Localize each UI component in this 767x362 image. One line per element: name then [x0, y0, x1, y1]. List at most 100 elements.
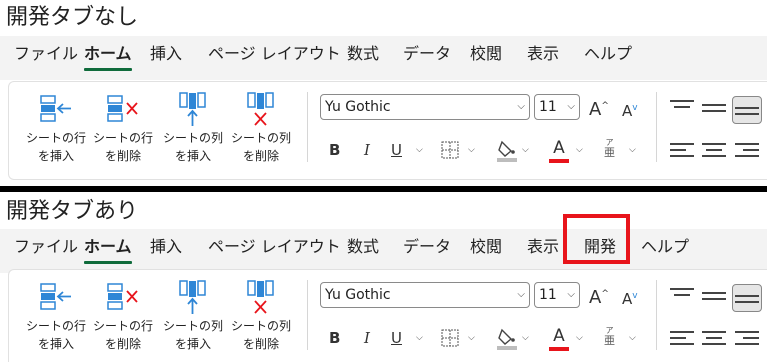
- insert-column-icon: [179, 92, 206, 126]
- align-middle-icon[interactable]: [702, 104, 726, 116]
- tab-home[interactable]: ホーム: [84, 42, 132, 71]
- increase-font-size-icon[interactable]: A^: [589, 284, 609, 308]
- command-label: を削除: [104, 149, 141, 163]
- tab-help[interactable]: ヘルプ: [641, 235, 689, 259]
- font-name-dropdown[interactable]: Yu Gothic ⌵: [320, 94, 530, 120]
- tab-page-layout[interactable]: ページ レイアウト: [208, 42, 341, 66]
- tab-home-label: ホーム: [84, 44, 132, 63]
- borders-dropdown-icon[interactable]: ⌵: [468, 333, 475, 343]
- italic-button[interactable]: I: [364, 140, 370, 160]
- align-bottom-icon: [735, 295, 759, 307]
- tab-formulas[interactable]: 数式: [347, 42, 379, 66]
- align-center-icon[interactable]: [702, 143, 726, 161]
- bold-button[interactable]: B: [329, 328, 340, 348]
- chevron-down-icon: ⌵: [517, 101, 525, 112]
- insert-row-icon: [40, 283, 71, 310]
- font-color-button[interactable]: A: [549, 138, 569, 163]
- developer-tab-highlight: [563, 214, 630, 264]
- insert-sheet-rows-button[interactable]: シートの行 を挿入: [23, 278, 89, 353]
- underline-button[interactable]: U: [391, 140, 402, 160]
- command-label: を削除: [242, 337, 279, 351]
- underline-button[interactable]: U: [391, 328, 402, 348]
- command-label: を挿入: [174, 337, 211, 351]
- italic-button[interactable]: I: [364, 328, 370, 348]
- bold-button[interactable]: B: [329, 140, 340, 160]
- underline-dropdown-icon[interactable]: ⌵: [416, 333, 423, 343]
- delete-row-icon: [107, 283, 138, 310]
- align-right-icon[interactable]: [735, 143, 759, 161]
- align-top-icon[interactable]: [670, 288, 694, 300]
- command-label: を削除: [104, 337, 141, 351]
- font-name-value: Yu Gothic: [325, 287, 391, 303]
- font-name-value: Yu Gothic: [325, 99, 391, 115]
- increase-font-size-icon[interactable]: A^: [589, 96, 609, 120]
- tab-review[interactable]: 校閲: [470, 42, 502, 66]
- decrease-font-size-icon[interactable]: Av: [622, 286, 638, 309]
- fill-color-icon[interactable]: [496, 139, 518, 163]
- tab-home[interactable]: ホーム: [84, 235, 132, 264]
- delete-sheet-columns-button[interactable]: シートの列 を削除: [228, 278, 294, 353]
- tab-view[interactable]: 表示: [527, 235, 559, 259]
- align-left-icon[interactable]: [670, 331, 694, 349]
- font-size-dropdown[interactable]: 11 ⌵: [534, 94, 580, 120]
- tab-data[interactable]: データ: [403, 235, 451, 259]
- tab-formulas[interactable]: 数式: [347, 235, 379, 259]
- ribbon-body: シートの行 を挿入 シートの行 を削除 シートの列 を挿入 シートの列 を削除 …: [8, 269, 767, 362]
- fill-color-dropdown-icon[interactable]: ⌵: [522, 333, 529, 343]
- delete-sheet-rows-button[interactable]: シートの行 を削除: [90, 278, 156, 353]
- font-size-value: 11: [539, 287, 557, 303]
- tab-help[interactable]: ヘルプ: [584, 42, 632, 66]
- align-middle-icon[interactable]: [702, 292, 726, 304]
- furigana-dropdown-icon[interactable]: ⌵: [629, 145, 636, 155]
- command-label: シートの行: [92, 131, 153, 145]
- furigana-button[interactable]: ア 亜: [604, 326, 615, 346]
- align-center-icon[interactable]: [702, 331, 726, 349]
- insert-sheet-columns-button[interactable]: シートの列 を挿入: [160, 90, 226, 165]
- font-color-dropdown-icon[interactable]: ⌵: [576, 333, 583, 343]
- borders-dropdown-icon[interactable]: ⌵: [468, 145, 475, 155]
- underline-dropdown-icon[interactable]: ⌵: [416, 145, 423, 155]
- furigana-dropdown-icon[interactable]: ⌵: [629, 333, 636, 343]
- fill-color-icon[interactable]: [496, 327, 518, 351]
- delete-sheet-columns-button[interactable]: シートの列 を削除: [228, 90, 294, 165]
- group-divider: [307, 92, 308, 162]
- group-divider: [307, 280, 308, 350]
- align-bottom-button[interactable]: [732, 96, 762, 124]
- tab-file[interactable]: ファイル: [14, 235, 78, 259]
- borders-icon[interactable]: [441, 329, 459, 347]
- font-color-bar: [549, 347, 569, 351]
- font-color-dropdown-icon[interactable]: ⌵: [576, 145, 583, 155]
- font-color-button[interactable]: A: [549, 326, 569, 351]
- align-left-icon[interactable]: [670, 143, 694, 161]
- tab-insert[interactable]: 挿入: [150, 42, 182, 66]
- borders-icon[interactable]: [441, 141, 459, 159]
- insert-sheet-columns-button[interactable]: シートの列 を挿入: [160, 278, 226, 353]
- align-right-icon[interactable]: [735, 331, 759, 349]
- tab-data[interactable]: データ: [403, 42, 451, 66]
- font-size-dropdown[interactable]: 11 ⌵: [534, 282, 580, 308]
- tab-insert[interactable]: 挿入: [150, 235, 182, 259]
- align-top-icon[interactable]: [670, 100, 694, 112]
- font-color-glyph: A: [553, 138, 565, 158]
- font-size-value: 11: [539, 99, 557, 115]
- font-color-glyph: A: [553, 326, 565, 346]
- align-bottom-button[interactable]: [732, 284, 762, 312]
- group-divider: [656, 280, 657, 350]
- command-label: シートの行: [25, 131, 86, 145]
- decrease-font-size-icon[interactable]: Av: [622, 98, 638, 121]
- tab-page-layout[interactable]: ページ レイアウト: [208, 235, 341, 259]
- tab-file[interactable]: ファイル: [14, 42, 78, 66]
- command-label: シートの行: [25, 319, 86, 333]
- tab-view[interactable]: 表示: [527, 42, 559, 66]
- panel-without-developer-tab: 開発タブなし ファイル ホーム 挿入 ページ レイアウト 数式 データ 校閲 表…: [0, 0, 767, 186]
- tab-review[interactable]: 校閲: [470, 235, 502, 259]
- delete-sheet-rows-button[interactable]: シートの行 を削除: [90, 90, 156, 165]
- furigana-button[interactable]: ア 亜: [604, 138, 615, 158]
- align-bottom-icon: [735, 107, 759, 119]
- font-name-dropdown[interactable]: Yu Gothic ⌵: [320, 282, 530, 308]
- panel-title: 開発タブあり: [6, 199, 139, 224]
- insert-sheet-rows-button[interactable]: シートの行 を挿入: [23, 90, 89, 165]
- delete-column-icon: [247, 280, 274, 314]
- fill-color-dropdown-icon[interactable]: ⌵: [522, 145, 529, 155]
- command-label: を挿入: [37, 337, 74, 351]
